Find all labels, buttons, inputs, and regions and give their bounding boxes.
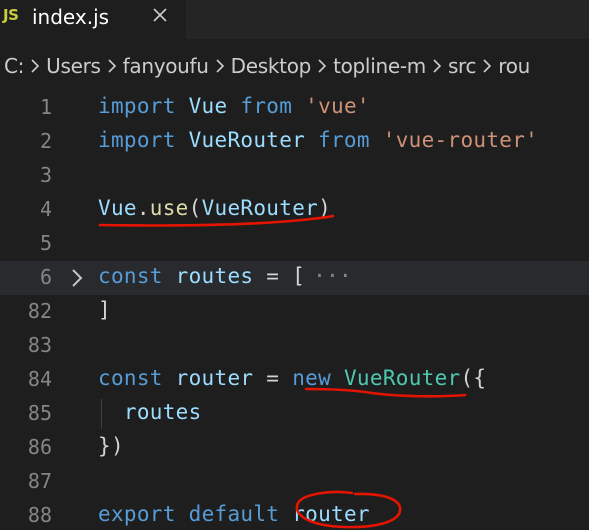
code-token: VueRouter <box>175 128 319 152</box>
line-number: 88 <box>27 503 52 527</box>
code-token: from <box>318 128 370 152</box>
code-token: import <box>98 128 176 152</box>
code-token: VueRouter <box>201 196 319 220</box>
code-token: router <box>175 366 254 390</box>
code-line[interactable]: 2 import VueRouter from 'vue-router' <box>0 125 589 159</box>
code-token: routes <box>123 400 202 424</box>
breadcrumb-item[interactable]: Users <box>46 54 101 78</box>
tab-bar: JS index.js <box>0 0 589 39</box>
chevron-right-icon <box>108 59 116 73</box>
breadcrumb-item[interactable]: rou <box>498 54 530 78</box>
line-number: 1 <box>39 95 52 119</box>
code-line[interactable]: 1 import Vue from 'vue' <box>0 91 589 125</box>
code-line[interactable]: 6 const routes = [ ··· <box>0 261 589 295</box>
breadcrumb: C: Users fanyoufu Desktop topline-m src rou <box>0 39 589 91</box>
code-text: const routes = [ ··· <box>98 264 352 288</box>
code-text: routes <box>98 400 202 424</box>
code-token: Vue <box>98 196 137 220</box>
line-number: 87 <box>27 469 52 493</box>
line-number: 4 <box>39 197 52 221</box>
code-token: = <box>253 366 293 390</box>
breadcrumb-item[interactable]: topline-m <box>333 54 426 78</box>
code-line[interactable]: 85 routes <box>0 397 589 431</box>
indent-guide <box>101 399 102 429</box>
code-text: import VueRouter from 'vue-router' <box>98 128 538 152</box>
fold-chevron-icon[interactable] <box>68 267 86 289</box>
code-token: ) <box>318 196 332 220</box>
code-token: }) <box>98 434 124 458</box>
code-line[interactable]: 3 <box>0 159 589 193</box>
code-line[interactable]: 83 <box>0 329 589 363</box>
code-token: import <box>98 94 176 118</box>
line-number: 83 <box>27 333 52 357</box>
line-number: 86 <box>27 435 52 459</box>
code-token: ({ <box>460 366 487 390</box>
code-editor[interactable]: 1 import Vue from 'vue' 2 import VueRouter … <box>0 91 589 530</box>
close-icon[interactable] <box>148 3 172 27</box>
code-token: . <box>136 196 150 220</box>
code-token: 'vue' <box>305 94 370 118</box>
code-token: default <box>188 502 280 526</box>
code-token: = [ <box>253 264 306 288</box>
line-number: 2 <box>39 129 52 153</box>
code-token: 'vue-router' <box>382 128 539 152</box>
breadcrumb-item[interactable]: C: <box>4 54 24 78</box>
tab-title: index.js <box>32 5 110 29</box>
code-token: const <box>98 264 163 288</box>
code-line[interactable]: 4 Vue.use(VueRouter) <box>0 193 589 227</box>
code-token: VueRouter <box>343 366 461 390</box>
code-line[interactable]: 84 const router = new VueRouter({ <box>0 363 589 397</box>
chevron-right-icon <box>483 59 492 73</box>
tab-index-js[interactable]: JS index.js <box>0 0 186 39</box>
breadcrumb-item[interactable]: src <box>448 54 477 78</box>
code-line[interactable]: 86}) <box>0 431 589 465</box>
line-number: 82 <box>27 299 52 323</box>
code-token: router <box>292 502 370 526</box>
code-line[interactable]: 5 <box>0 227 589 261</box>
code-text: ] <box>98 298 111 322</box>
code-line[interactable]: 88 export default router <box>0 499 589 530</box>
breadcrumb-item[interactable]: fanyoufu <box>123 54 209 78</box>
code-token: new <box>292 366 332 390</box>
code-token: ] <box>98 298 111 322</box>
code-token: routes <box>175 264 254 288</box>
editor-window: JS index.js C: Users fanyoufu Desktop toplin… <box>0 0 589 530</box>
code-text: import Vue from 'vue' <box>98 94 370 118</box>
line-number: 3 <box>39 163 52 187</box>
code-line[interactable]: 87 <box>0 465 589 499</box>
line-number: 85 <box>27 401 52 425</box>
code-text: export default router <box>98 502 370 526</box>
breadcrumb-item[interactable]: Desktop <box>231 54 312 78</box>
js-file-icon: JS <box>3 6 19 24</box>
code-text: const router = new VueRouter({ <box>98 366 486 390</box>
fold-ellipsis[interactable]: ··· <box>313 264 352 288</box>
chevron-right-icon <box>318 59 327 73</box>
line-number: 84 <box>27 367 52 391</box>
code-token: use <box>149 196 189 220</box>
code-token: export <box>98 502 176 526</box>
code-line[interactable]: 82] <box>0 295 589 329</box>
line-number: 5 <box>39 231 52 255</box>
chevron-right-icon <box>216 59 224 73</box>
line-number: 6 <box>39 265 52 289</box>
code-token: ( <box>188 196 202 220</box>
chevron-right-icon <box>433 59 442 73</box>
chevron-right-icon <box>31 59 40 73</box>
code-token: from <box>240 94 293 118</box>
code-token: Vue <box>175 94 241 118</box>
code-token: const <box>98 366 163 390</box>
code-text: Vue.use(VueRouter) <box>98 196 331 220</box>
code-text: }) <box>98 434 124 458</box>
breadcrumb-path: C: Users fanyoufu Desktop topline-m src rou <box>4 54 530 78</box>
